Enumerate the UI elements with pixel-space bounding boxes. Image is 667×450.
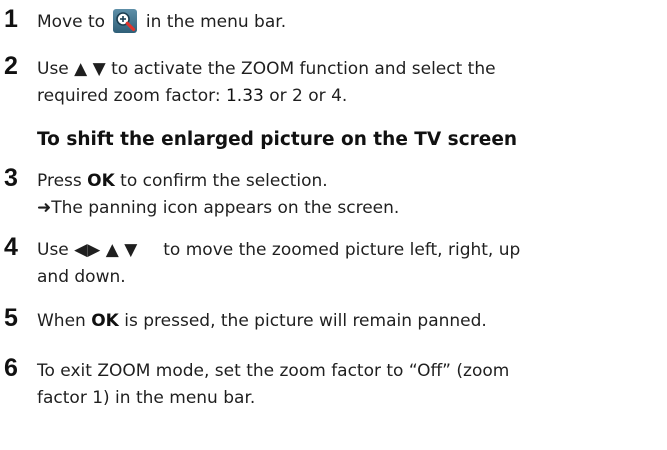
text-segment: or — [302, 86, 332, 106]
ok-key-label: OK — [91, 311, 119, 331]
step-number: 2 — [4, 52, 18, 80]
text-segment: is pressed, the picture will remain pann… — [118, 311, 487, 331]
off-value-label: Off — [417, 361, 443, 381]
text-segment: ” (zoom — [442, 361, 510, 381]
step-result-line: ➜The panning icon appears on the screen. — [37, 198, 400, 218]
zoom-magnifier-icon — [113, 9, 138, 33]
zoom-factor-2: 2 — [292, 86, 303, 106]
step-text-line: To exit ZOOM mode, set the zoom factor t… — [37, 358, 665, 385]
text-segment: To exit ZOOM mode, set the zoom factor t… — [37, 361, 418, 381]
text-segment: to move the zoomed picture left, right, … — [163, 240, 521, 260]
step-text-line: required zoom factor: 1.33 or 2 or 4. — [37, 83, 665, 110]
step-text-part: Move to — [37, 12, 106, 32]
ok-key-label: OK — [87, 171, 115, 191]
step-text: Use ◀▶ ▲ ▼ to move the zoomed picture lef… — [37, 237, 665, 291]
text-segment: When — [37, 311, 92, 331]
text-segment: or — [263, 86, 293, 106]
step-text-line: Use ◀▶ ▲ ▼ to move the zoomed picture lef… — [37, 237, 665, 264]
step-text: Press OK to confirm the selection. ➜The … — [37, 168, 665, 222]
text-segment: required zoom factor: — [37, 86, 226, 106]
step-number: 6 — [4, 354, 18, 382]
step-text-line: and down. — [37, 267, 126, 287]
step-text: To exit ZOOM mode, set the zoom factor t… — [37, 358, 665, 412]
step-text-line: When OK is pressed, the picture will rem… — [37, 308, 665, 335]
text-segment: Press — [37, 171, 88, 191]
step-text: Use ▲ ▼ to activate the ZOOM function an… — [37, 56, 665, 110]
text-segment: . — [341, 86, 348, 106]
step-number: 1 — [4, 5, 18, 33]
step-number: 3 — [4, 164, 18, 192]
text-segment: to confirm the selection. — [114, 171, 328, 191]
step-text-line: Press OK to confirm the selection. — [37, 168, 665, 195]
step-text-line: factor 1) in the menu bar. — [37, 388, 256, 408]
step-number: 4 — [4, 233, 18, 261]
zoom-factor-4: 4 — [331, 86, 342, 106]
step-text-line: Use ▲ ▼ to activate the ZOOM function an… — [37, 59, 496, 79]
arrow-keys-label: Use ◀▶ ▲ ▼ — [37, 240, 138, 260]
step-text: Move to in the menu bar. — [37, 9, 665, 36]
section-heading: To shift the enlarged picture on the TV … — [37, 129, 518, 150]
step-text-part: in the menu bar. — [145, 12, 287, 32]
step-number: 5 — [4, 304, 18, 332]
instruction-page: 1 Move to in the menu bar. 2 Use ▲ ▼ to … — [0, 0, 667, 450]
step-text: When OK is pressed, the picture will rem… — [37, 308, 665, 335]
zoom-factor-1-33: 1.33 — [225, 86, 264, 106]
